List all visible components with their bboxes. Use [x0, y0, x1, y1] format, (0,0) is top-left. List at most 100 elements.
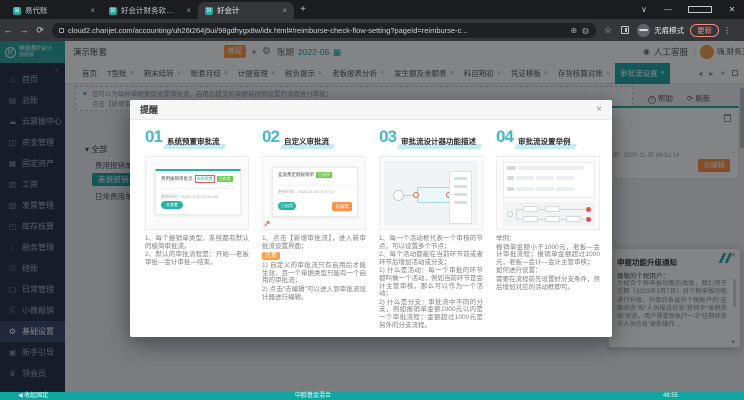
tracking-protection-icon[interactable]: ◍: [582, 26, 589, 35]
step-4: 04 审批流设置举例: [496, 129, 600, 330]
condition-form: [503, 162, 595, 198]
browser-tab-price[interactable]: 好 好会计财务软件购买价格及... ×: [102, 2, 198, 19]
tab-close-icon[interactable]: ×: [282, 6, 287, 15]
mini-card-time: 更新时间：2020-11-30 07:37:27: [278, 189, 335, 195]
step-4-illustration: [496, 156, 600, 230]
modal-body: 01 系统预置审批流 费用报销审批流 系统预置 已启用 更新时间：2021-07…: [130, 120, 612, 330]
note-line: 1、每一个活动框代表一个审核的节点，可以设置多个节点；: [379, 235, 483, 250]
collapse-label: 收起固定: [24, 393, 48, 399]
context-menu: [449, 171, 472, 224]
incognito-label: 无痕模式: [654, 25, 684, 36]
step-number: 01: [145, 127, 162, 147]
incognito-icon: [637, 24, 650, 37]
note-line: 2) 点击“去编辑”可以进入到审批流设计器进行编辑。: [262, 286, 366, 301]
mini-card-time: 更新时间：2021-07-22 10:00:02: [161, 194, 218, 200]
step-title: 审批流设计器功能描述: [401, 136, 476, 147]
step-4-header: 04 审批流设置举例: [496, 129, 600, 154]
step-2-notes: 1、点击【新增审批流】，进入新审批流设置界面； 注意 1) 自定义的审批流只有启…: [262, 235, 366, 301]
status-badge: 已启用: [316, 172, 332, 178]
step-3: 03 审批流设计器功能描述 1、: [379, 129, 483, 330]
tab-close-icon[interactable]: ×: [186, 6, 191, 15]
step-title: 系统预置审批流: [167, 136, 220, 147]
browser-tab-haokuaiji-active[interactable]: 好 好会计 ×: [198, 2, 294, 19]
bookmark-star-icon[interactable]: ☆: [604, 25, 612, 36]
forward-button[interactable]: →: [16, 25, 32, 35]
browser-menu-icon[interactable]: ⋮: [723, 26, 731, 35]
note-line: 报销单金额小于1000元，老板—会计审批流程；报销单金额超过1000元，老板—会…: [496, 244, 600, 267]
step-number: 03: [379, 127, 396, 147]
mini-edit-button: 去编辑: [332, 202, 352, 211]
side-panel-icon[interactable]: [621, 26, 629, 34]
tab-title: 好会计: [217, 5, 276, 16]
tab-close-icon[interactable]: ×: [90, 6, 95, 15]
red-arrow-icon: ↗: [263, 219, 271, 230]
screen: 易 易代账 × 好 好会计财务软件购买价格及... × 好 好会计 × + ∨ …: [0, 0, 744, 400]
anchor-highlight: [413, 192, 419, 198]
step-title: 自定义审批流: [284, 136, 329, 147]
tab-title: 好会计财务软件购买价格及...: [121, 5, 180, 16]
tab-search-icon[interactable]: ∨: [632, 5, 656, 14]
new-tab-button[interactable]: +: [294, 2, 312, 19]
note-line: 2、默认的审批流程是：开始—老板审批—会计审批—结束。: [145, 251, 249, 266]
note-line: 1、点击【新增审批流】，进入新审批流设置界面；: [262, 235, 366, 250]
step-title: 审批流设置举例: [518, 136, 571, 147]
bottom-bar: ◀ 收起固定 中欧基金混合 48:55: [0, 392, 744, 400]
address-bar[interactable]: cloud2.chanjet.com/accounting/uh26t264j5…: [52, 23, 596, 38]
step-3-header: 03 审批流设计器功能描述: [379, 129, 483, 154]
note-line: 1、每个报销单类型，系统都有默认的极简审批流。: [145, 235, 249, 250]
step-1-header: 01 系统预置审批流: [145, 129, 249, 154]
note-line: 1) 自定义的审批流只有启用后才能生效，且一个单据类型只能有一个启用的审批流；: [262, 262, 366, 285]
collapse-pin-button[interactable]: ◀ 收起固定: [18, 392, 48, 400]
reload-button[interactable]: ⟳: [32, 25, 48, 36]
mini-toggle: 已启用: [278, 202, 296, 210]
tab-favicon: 易: [13, 7, 21, 15]
note-line: 举例：: [496, 235, 600, 243]
step-number: 04: [496, 127, 513, 147]
browser-tab-strip: 易 易代账 × 好 好会计财务软件购买价格及... × 好 好会计 × + ∨ …: [0, 0, 744, 19]
delete-node-icon: [586, 207, 591, 212]
zoom-icon[interactable]: ⊕: [570, 26, 577, 35]
close-window-button[interactable]: ✕: [720, 5, 744, 14]
note-line: 2、每个活动都能在当前环节前或者环节后增加活动或分支；: [379, 251, 483, 266]
browser-navbar: ← → ⟳ cloud2.chanjet.com/accounting/uh26…: [0, 19, 744, 41]
step-2-header: 02 自定义审批流: [262, 129, 366, 154]
tab-favicon: 好: [109, 7, 117, 15]
minimize-button[interactable]: —: [656, 5, 680, 14]
ticker-text: 中欧基金混合: [295, 392, 331, 400]
step-3-illustration: [379, 156, 483, 230]
back-button[interactable]: ←: [0, 25, 16, 35]
mini-flow-card: 费用报销审批流 系统预置 已启用 更新时间：2021-07-22 10:00:0…: [155, 169, 241, 215]
step-1-illustration: 费用报销审批流 系统预置 已启用 更新时间：2021-07-22 10:00:0…: [145, 156, 249, 230]
branch-flow-diagram: [503, 202, 595, 226]
delete-node-icon: [586, 217, 591, 222]
note-line: 如何进行设置：: [496, 267, 600, 275]
note-line: 1) 什么是活动：每一个审批的环节都叫做一个活动，例如当前环节是会计主管审核，那…: [379, 267, 483, 297]
close-icon[interactable]: ×: [596, 104, 602, 115]
start-node: [393, 190, 404, 201]
highlight-box: 系统预置: [195, 175, 215, 183]
collapse-icon: ◀: [18, 393, 23, 399]
window-controls: ∨ — ✕: [632, 0, 744, 19]
note-line: 2) 什么是分支：审批流中不同的分支，例如报销单金额1000元以内是一个审批流程…: [379, 299, 483, 329]
app-window: 好 畅捷通好会计旗舰版 演示账套 教程 ▾ ⚙ 账期 2022-06 ▦ ◉ 人…: [0, 41, 744, 400]
step-3-notes: 1、每一个活动框代表一个审核的节点，可以设置多个节点； 2、每个活动都能在当前环…: [379, 235, 483, 329]
maximize-button[interactable]: [688, 6, 712, 13]
designer-canvas: [384, 161, 478, 225]
lock-icon: [59, 28, 64, 33]
step-2: 02 自定义审批流 差旅费定额报销单 已启用 更新时间：2020-11-30 0…: [262, 129, 366, 330]
time-text: 48:55: [663, 392, 678, 400]
step-number: 02: [262, 127, 279, 147]
mini-flow-card: 差旅费定额报销单 已启用 更新时间：2020-11-30 07:37:27 已启…: [272, 167, 358, 217]
status-badge: 已启用: [217, 176, 233, 182]
mini-card-name: 费用报销审批流: [161, 176, 193, 182]
note-line: 需要在流程前先设置好分支条件，然后增加对应的活动框即可。: [496, 276, 600, 291]
step-1-notes: 1、每个报销单类型，系统都有默认的极简审批流。 2、默认的审批流程是：开始—老板…: [145, 235, 249, 266]
tutorial-modal: 提醒 × 01 系统预置审批流 费用报销审批流 系统预置: [130, 100, 612, 337]
mini-card-name: 差旅费定额报销单: [278, 172, 314, 178]
chrome-update-button[interactable]: 更新: [690, 24, 719, 37]
warning-badge: 注意: [262, 252, 280, 260]
step-1: 01 系统预置审批流 费用报销审批流 系统预置 已启用 更新时间：2021-07…: [145, 129, 249, 330]
url-text: cloud2.chanjet.com/accounting/uh26t264j5…: [68, 26, 565, 35]
step-4-notes: 举例： 报销单金额小于1000元，老板—会计审批流程；报销单金额超过1000元，…: [496, 235, 600, 291]
browser-tab-yidaizhang[interactable]: 易 易代账 ×: [6, 2, 102, 19]
